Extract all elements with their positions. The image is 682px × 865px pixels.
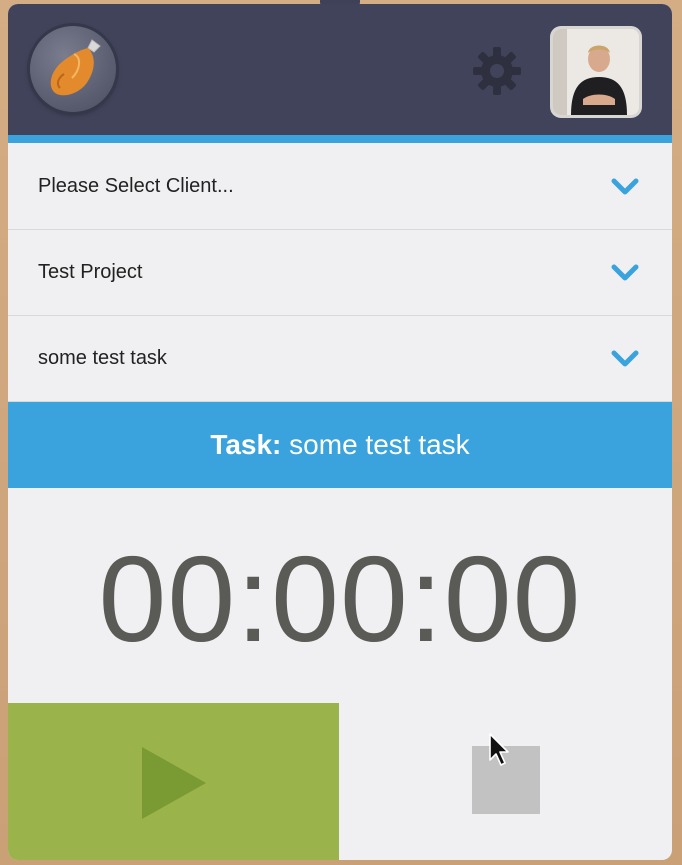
- chevron-down-icon: [611, 178, 639, 195]
- client-select-label: Please Select Client...: [38, 175, 234, 197]
- mouse-cursor-icon: [489, 733, 509, 766]
- play-icon: [142, 747, 206, 819]
- timer-display: 00:00:00: [98, 531, 582, 667]
- window-frame: Please Select Client... Test Project som…: [0, 0, 682, 865]
- client-select[interactable]: Please Select Client...: [8, 143, 672, 230]
- header-accent-stripe: [8, 135, 672, 143]
- chevron-down-icon: [611, 264, 639, 281]
- avatar[interactable]: [553, 29, 639, 115]
- app-logo-icon: [30, 26, 116, 112]
- project-select[interactable]: Test Project: [8, 229, 672, 316]
- task-prefix: Task:: [210, 429, 282, 460]
- timer-panel: Please Select Client... Test Project som…: [8, 4, 672, 860]
- current-task-banner: Task: some test task: [8, 402, 672, 488]
- task-select-label: some test task: [38, 347, 167, 369]
- task-name: some test task: [281, 429, 470, 460]
- chevron-down-icon: [611, 350, 639, 367]
- task-select[interactable]: some test task: [8, 315, 672, 402]
- start-button[interactable]: [8, 703, 339, 860]
- header-bar: [8, 4, 672, 135]
- gear-icon[interactable]: [470, 44, 524, 98]
- project-select-label: Test Project: [38, 261, 143, 283]
